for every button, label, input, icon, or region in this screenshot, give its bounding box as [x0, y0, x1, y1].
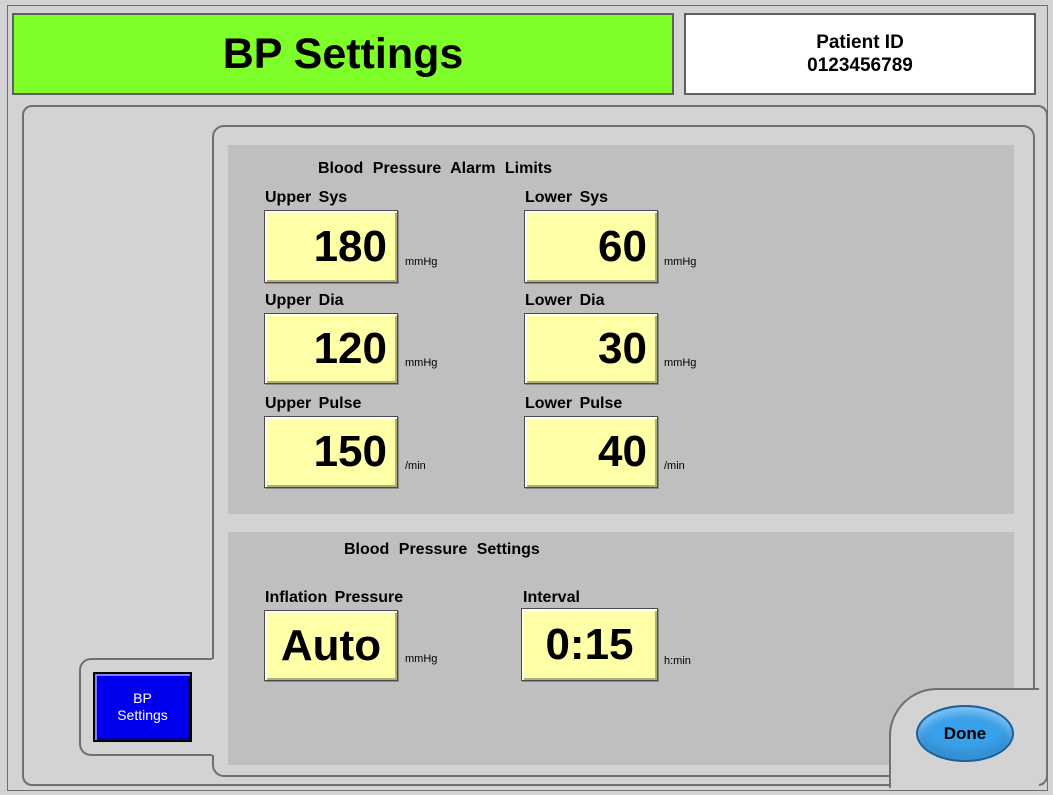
lower-dia-value-button[interactable]: 30 — [524, 313, 658, 384]
alarm-limits-title: Blood Pressure Alarm Limits — [318, 160, 553, 177]
upper-sys-label: Upper Sys — [265, 189, 348, 206]
patient-id-label: Patient ID — [816, 32, 904, 53]
upper-dia-unit: mmHg — [405, 357, 438, 369]
upper-pulse-value-button[interactable]: 150 — [264, 416, 398, 488]
inflation-pressure-unit: mmHg — [405, 653, 438, 665]
upper-sys-value-button[interactable]: 180 — [264, 210, 398, 283]
interval-unit: h:min — [664, 655, 691, 667]
lower-sys-unit: mmHg — [664, 256, 697, 268]
upper-pulse-unit: /min — [405, 460, 426, 472]
patient-id-box: Patient ID 0123456789 — [684, 13, 1036, 95]
interval-label: Interval — [523, 589, 580, 606]
inflation-pressure-value-button[interactable]: Auto — [264, 610, 398, 681]
lower-pulse-label: Lower Pulse — [525, 395, 623, 412]
lower-pulse-value-button[interactable]: 40 — [524, 416, 658, 488]
interval-value-button[interactable]: 0:15 — [521, 608, 658, 681]
bp-settings-tab-label: BP Settings — [117, 690, 168, 724]
upper-sys-unit: mmHg — [405, 256, 438, 268]
lower-dia-label: Lower Dia — [525, 292, 605, 309]
inflation-pressure-label: Inflation Pressure — [265, 589, 404, 606]
bp-tab-line2: Settings — [117, 707, 168, 723]
lower-pulse-unit: /min — [664, 460, 685, 472]
upper-dia-value-button[interactable]: 120 — [264, 313, 398, 384]
done-button[interactable]: Done — [916, 705, 1014, 762]
lower-sys-value-button[interactable]: 60 — [524, 210, 658, 283]
tab-ear-join — [212, 659, 218, 755]
bp-settings-tab[interactable]: BP Settings — [93, 672, 192, 742]
bp-tab-line1: BP — [133, 690, 152, 706]
page-title: BP Settings — [12, 13, 674, 95]
lower-sys-label: Lower Sys — [525, 189, 609, 206]
bp-settings-title: Blood Pressure Settings — [344, 541, 540, 558]
upper-pulse-label: Upper Pulse — [265, 395, 362, 412]
patient-id-value: 0123456789 — [807, 55, 913, 76]
lower-dia-unit: mmHg — [664, 357, 697, 369]
upper-dia-label: Upper Dia — [265, 292, 344, 309]
